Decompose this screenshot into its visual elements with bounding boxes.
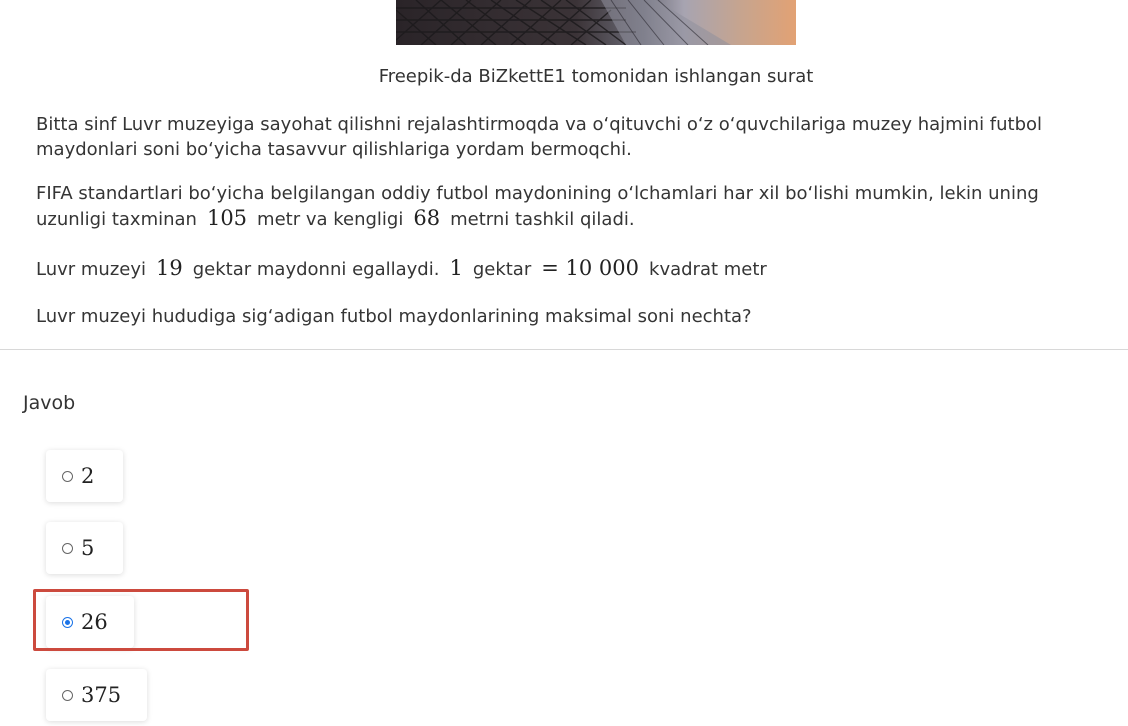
museum-text-a: Luvr muzeyi — [36, 259, 147, 280]
question-text: Luvr muzeyi hududiga sig‘adigan futbol m… — [36, 306, 752, 327]
radio-button-icon[interactable] — [62, 689, 73, 701]
answer-option-5[interactable]: 5 — [46, 522, 123, 574]
field-text-b: metr va kengligi — [257, 209, 404, 230]
radio-button-checked-icon[interactable] — [62, 616, 73, 628]
field-width-value: 68 — [413, 206, 441, 230]
intro-text: Bitta sinf Luvr muzeyiga sayohat qilishn… — [36, 114, 1043, 160]
intro-paragraph: Bitta sinf Luvr muzeyiga sayohat qilishn… — [36, 112, 1096, 162]
answer-option-label: 2 — [81, 464, 95, 488]
answer-option-label: 26 — [81, 610, 108, 634]
one-hectare-value: 1 — [449, 256, 463, 280]
answer-option-2[interactable]: 2 — [46, 450, 123, 502]
answer-option-label: 375 — [81, 683, 122, 707]
museum-text-d: kvadrat metr — [649, 259, 767, 280]
field-length-value: 105 — [206, 206, 248, 230]
image-caption: Freepik-da BiZkettE1 tomonidan ishlangan… — [378, 66, 814, 87]
answer-option-26[interactable]: 26 — [46, 596, 134, 648]
radio-button-icon[interactable] — [62, 470, 73, 482]
answer-heading: Javob — [23, 392, 76, 414]
museum-text-b: gektar maydonni egallaydi. — [192, 259, 440, 280]
museum-area-paragraph: Luvr muzeyi 19 gektar maydonni egallaydi. 1… — [36, 256, 1096, 282]
field-size-paragraph: FIFA standartlari bo‘yicha belgilangan o… — [36, 181, 1096, 232]
radio-button-icon[interactable] — [62, 542, 73, 554]
answer-option-375[interactable]: 375 — [46, 669, 147, 721]
section-divider — [0, 349, 1128, 350]
museum-text-c: gektar — [472, 259, 532, 280]
museum-hectare-value: 19 — [156, 256, 183, 280]
field-text-c: metrni tashkil qiladi. — [450, 209, 635, 230]
square-meter-value: = 10 000 — [541, 256, 640, 280]
answer-option-label: 5 — [81, 536, 95, 560]
louvre-pyramid-photo — [396, 0, 796, 45]
